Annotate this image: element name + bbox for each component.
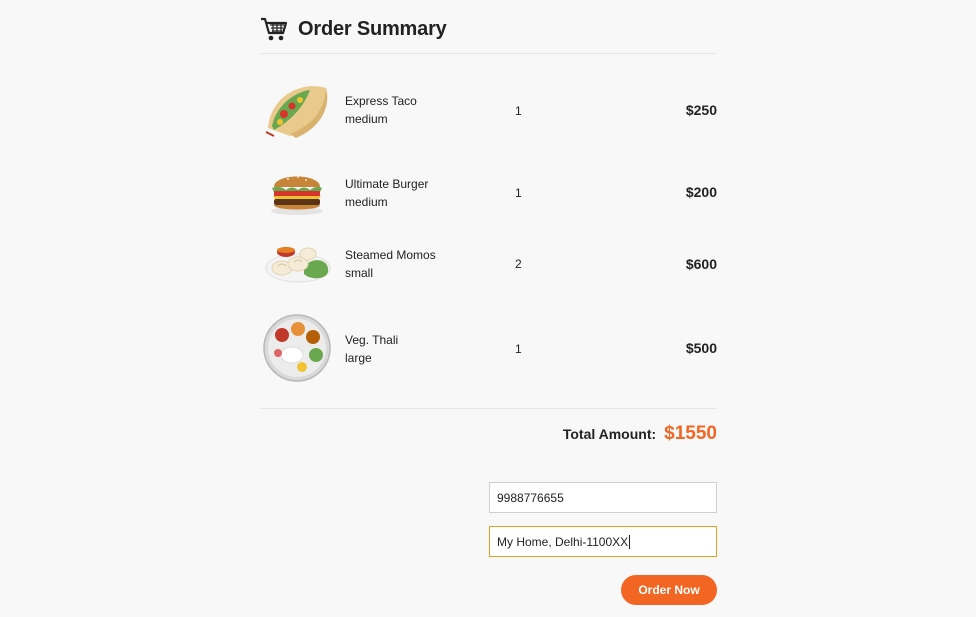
item-name: Ultimate Burger <box>345 177 429 191</box>
item-name: Express Taco <box>345 94 417 108</box>
address-input[interactable]: My Home, Delhi-1100XX <box>489 526 717 557</box>
item-name-block: Ultimate Burger medium <box>345 175 428 211</box>
item-size: large <box>345 351 372 365</box>
burger-image <box>271 176 323 215</box>
item-name-block: Express Taco medium <box>345 92 417 128</box>
item-qty: 1 <box>515 186 522 200</box>
item-qty: 1 <box>515 104 522 118</box>
text-caret <box>629 534 631 549</box>
order-item-momos: Steamed Momos small 2 $600 <box>260 228 717 298</box>
item-name-block: Steamed Momos small <box>345 246 436 282</box>
order-summary-panel: Order Summary Express Taco medium 1 $250 <box>260 0 717 617</box>
thali-image <box>263 314 331 382</box>
address-input-value: My Home, Delhi-1100XX <box>497 534 629 549</box>
order-now-button[interactable]: Order Now <box>621 575 717 605</box>
order-item-burger: Ultimate Burger medium 1 $200 <box>260 157 717 227</box>
order-item-thali: Veg. Thali large 1 $500 <box>260 313 717 383</box>
item-name-block: Veg. Thali large <box>345 331 398 367</box>
item-price: $600 <box>685 256 717 272</box>
order-summary-header: Order Summary <box>260 14 717 44</box>
phone-input-value: 9988776655 <box>497 490 564 505</box>
taco-image <box>265 86 328 138</box>
total-amount: Total Amount: $1550 <box>563 423 717 445</box>
cart-icon <box>261 17 288 41</box>
items-divider <box>260 408 717 409</box>
item-qty: 1 <box>515 342 522 356</box>
momos-image <box>265 247 331 283</box>
item-qty: 2 <box>515 257 522 271</box>
item-price: $500 <box>685 340 717 356</box>
header-divider <box>260 53 717 54</box>
order-item-taco: Express Taco medium 1 $250 <box>260 76 717 146</box>
item-price: $200 <box>685 184 717 200</box>
page-title: Order Summary <box>298 17 447 40</box>
item-size: small <box>345 266 374 280</box>
item-size: medium <box>345 195 388 209</box>
total-value: $1550 <box>664 423 717 444</box>
item-name: Steamed Momos <box>345 248 436 262</box>
total-label: Total Amount: <box>562 426 657 442</box>
phone-input[interactable]: 9988776655 <box>489 482 717 513</box>
item-name: Veg. Thali <box>345 333 399 347</box>
item-size: medium <box>345 112 388 126</box>
item-price: $250 <box>685 102 717 118</box>
